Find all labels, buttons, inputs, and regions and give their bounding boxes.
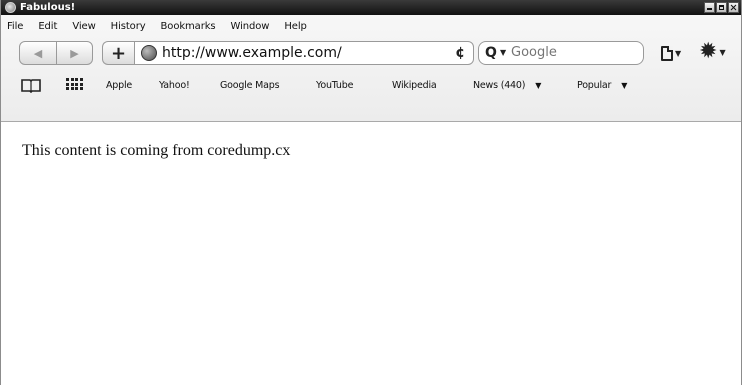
bookmark-folder-news[interactable]: News (440) ▼ xyxy=(473,74,541,98)
navigation-toolbar: ◀ ▶ + http://www.example.com/ ¢ Q ▼ Goog… xyxy=(1,38,741,70)
back-forward-group: ◀ ▶ xyxy=(19,41,93,65)
bookmark-folder-label: Popular xyxy=(577,80,612,91)
bookmark-google-maps[interactable]: Google Maps xyxy=(220,74,280,98)
menu-history[interactable]: History xyxy=(111,21,146,32)
page-content: This content is coming from coredump.cx xyxy=(1,123,741,385)
chevron-down-icon: ▼ xyxy=(621,81,628,90)
chevron-down-icon: ▼ xyxy=(675,48,682,58)
minimize-button[interactable] xyxy=(704,2,715,13)
back-arrow-icon: ◀ xyxy=(33,46,43,60)
menu-edit[interactable]: Edit xyxy=(38,21,57,32)
bookmarks-bar: Apple Yahoo! Google Maps YouTube Wikiped… xyxy=(1,74,741,98)
chevron-down-icon: ▼ xyxy=(719,47,726,57)
bookmark-yahoo[interactable]: Yahoo! xyxy=(159,74,190,98)
close-button[interactable] xyxy=(728,2,739,13)
chevron-down-icon: ▼ xyxy=(535,81,542,90)
bookmark-wikipedia[interactable]: Wikipedia xyxy=(392,74,437,98)
add-bookmark-button[interactable]: + xyxy=(102,41,134,65)
back-button[interactable]: ◀ xyxy=(20,42,56,64)
bookmark-apple[interactable]: Apple xyxy=(106,74,132,98)
bookmark-youtube[interactable]: YouTube xyxy=(316,74,353,98)
page-menu-button[interactable]: ▼ xyxy=(661,43,691,63)
search-input[interactable] xyxy=(511,42,631,64)
menu-window[interactable]: Window xyxy=(231,21,270,32)
bookmark-folder-popular[interactable]: Popular ▼ xyxy=(577,74,627,98)
browser-chrome: File Edit View History Bookmarks Window … xyxy=(1,15,741,122)
reload-icon[interactable]: ¢ xyxy=(455,42,465,64)
forward-button[interactable]: ▶ xyxy=(55,42,92,64)
window-title: Fabulous! xyxy=(20,2,76,13)
bookmark-folder-label: News (440) xyxy=(473,80,526,91)
menu-bookmarks[interactable]: Bookmarks xyxy=(161,21,216,32)
forward-arrow-icon: ▶ xyxy=(70,46,79,60)
url-text[interactable]: http://www.example.com/ xyxy=(162,42,342,64)
search-engine-dropdown-icon[interactable]: ▼ xyxy=(500,48,506,57)
menu-file[interactable]: File xyxy=(7,21,23,32)
top-sites-grid-icon[interactable] xyxy=(66,78,83,92)
plus-icon: + xyxy=(110,42,127,64)
menu-bar: File Edit View History Bookmarks Window … xyxy=(1,15,322,37)
content-text: This content is coming from coredump.cx xyxy=(22,142,291,159)
menu-view[interactable]: View xyxy=(72,21,95,32)
window-controls xyxy=(704,2,739,13)
address-bar[interactable]: http://www.example.com/ ¢ xyxy=(134,41,474,65)
menu-help[interactable]: Help xyxy=(284,21,307,32)
search-icon[interactable]: Q xyxy=(485,44,497,62)
page-icon xyxy=(661,45,673,61)
search-box[interactable]: Q ▼ xyxy=(478,41,644,65)
app-icon xyxy=(5,2,16,13)
gear-icon: ✹ xyxy=(699,39,718,64)
title-bar: Fabulous! xyxy=(1,0,741,15)
maximize-button[interactable] xyxy=(716,2,727,13)
book-icon[interactable] xyxy=(21,78,41,93)
globe-icon xyxy=(141,45,157,61)
tools-menu-button[interactable]: ✹ ▼ xyxy=(699,40,735,64)
browser-window: Fabulous! File Edit View History Bookmar… xyxy=(0,0,742,385)
